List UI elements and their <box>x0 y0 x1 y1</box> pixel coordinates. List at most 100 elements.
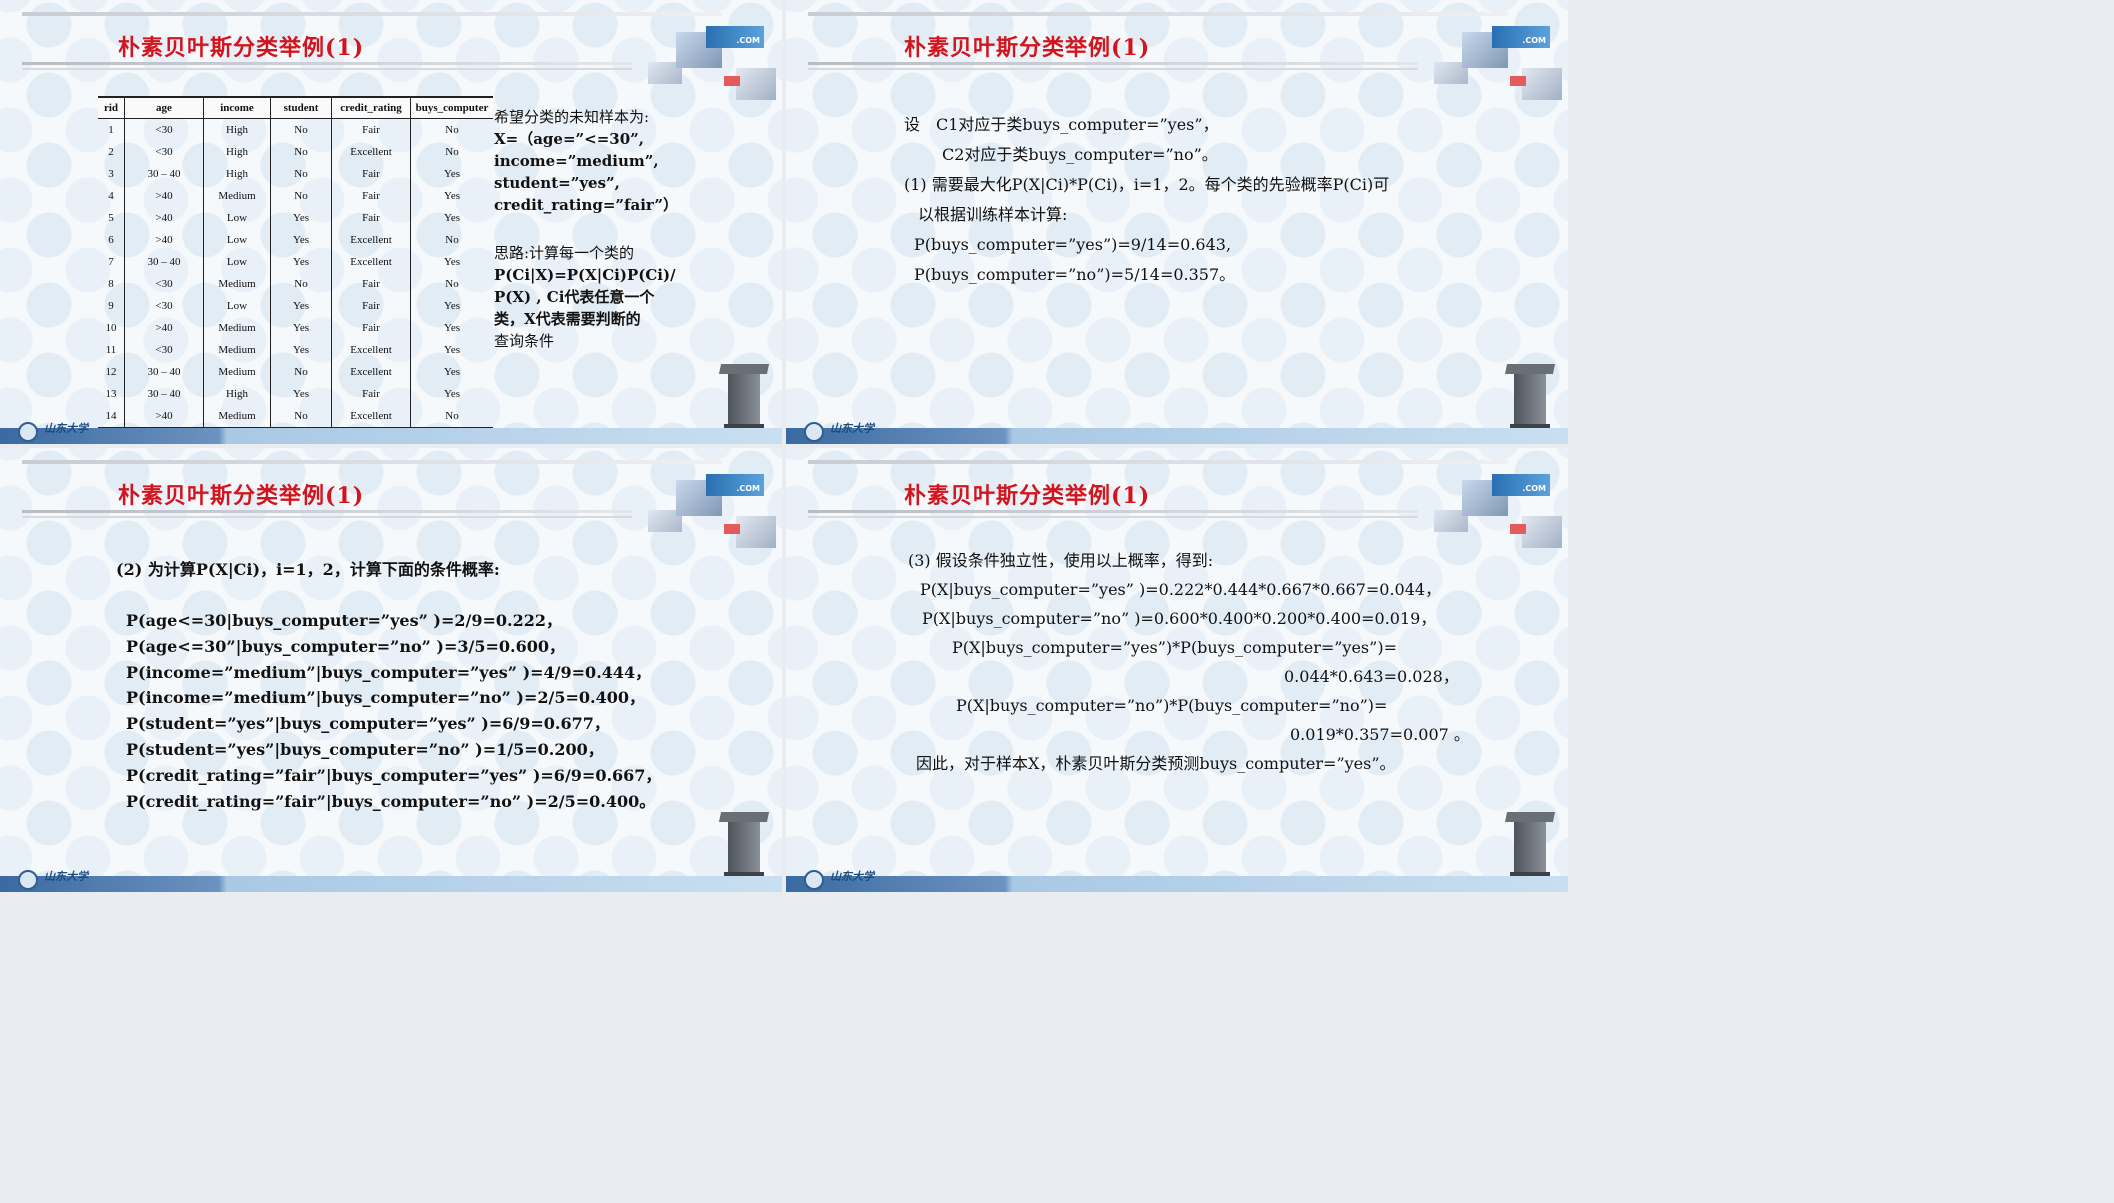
table-cell: 9 <box>98 295 125 317</box>
university-seal-logo <box>804 870 824 890</box>
table-cell: Yes <box>443 256 460 268</box>
table-row: 5 >40 Low Yes Fair Yes <box>98 207 493 229</box>
table-cell: 6 <box>98 229 125 251</box>
table-cell: >40 <box>124 185 204 207</box>
text-line: (3) 假设条件独立性，使用以上概率，得到: <box>908 551 1214 570</box>
text-line: P(buys_computer=”yes”)=9/14=0.643, <box>914 235 1232 254</box>
table-cell: Fair <box>331 317 411 339</box>
table-cell: No <box>445 146 459 158</box>
table-cell: >40 <box>124 229 204 251</box>
table-cell: Fair <box>331 118 411 141</box>
table-cell: High <box>203 383 271 405</box>
table-cell: Yes <box>270 317 332 339</box>
table-cell: Yes <box>443 168 460 180</box>
header-rule <box>808 460 1508 464</box>
table-cell: 11 <box>98 339 125 361</box>
table-header-row: rid age income student credit_rating buy… <box>98 96 493 119</box>
text-line: C2对应于类buys_computer=”no”。 <box>942 145 1218 164</box>
header-decoration: .COM <box>632 22 782 102</box>
table-cell: Fair <box>331 163 411 185</box>
text-line: P(buys_computer=”no”)=5/14=0.357。 <box>914 265 1236 284</box>
table-cell: Yes <box>270 295 332 317</box>
table-cell: Medium <box>203 273 271 295</box>
sample-description: 希望分类的未知样本为: X=（age=”<=30”, income=”mediu… <box>494 106 694 352</box>
table-cell: <30 <box>124 141 204 163</box>
table-cell: No <box>445 234 459 246</box>
text-line: P(X|buys_computer=”yes” )=0.222*0.444*0.… <box>920 580 1442 599</box>
table-cell: No <box>410 405 493 429</box>
university-seal-logo <box>18 870 38 890</box>
sample-line: income=”medium”, <box>494 152 659 170</box>
table-cell: 5 <box>98 207 125 229</box>
table-cell: No <box>270 141 332 163</box>
table-cell: Yes <box>270 251 332 273</box>
header-rule <box>22 62 632 65</box>
table-cell: 7 <box>98 251 125 273</box>
table-cell: 10 <box>98 317 125 339</box>
sample-line: X=（age=”<=30”, <box>494 130 645 148</box>
slide-title: 朴素贝叶斯分类举例(1) <box>904 483 1151 509</box>
header-rule <box>22 510 632 513</box>
table-cell: >40 <box>124 405 204 429</box>
table-cell: No <box>445 278 459 290</box>
sample-line: student=”yes”, <box>494 174 620 192</box>
idea-line: P(X) , Ci代表任意一个 <box>494 288 655 306</box>
table-cell: 3 <box>98 163 125 185</box>
header-rule <box>808 516 1418 518</box>
table-row: 12 30 – 40 Medium No Excellent Yes <box>98 361 493 383</box>
table-row: 6 >40 Low Yes Excellent No <box>98 229 493 251</box>
header-rule <box>22 68 632 70</box>
sample-line: credit_rating=”fair”） <box>494 196 678 214</box>
table-cell: 30 – 40 <box>124 361 204 383</box>
header-rule <box>808 12 1508 16</box>
table-row: 4 >40 Medium No Fair Yes <box>98 185 493 207</box>
table-cell: Excellent <box>331 251 411 273</box>
table-cell: High <box>203 118 271 141</box>
text-line: 以根据训练样本计算: <box>918 205 1068 224</box>
table-cell: No <box>270 273 332 295</box>
probability-line: P(age<=30|buys_computer=”yes” )=2/9=0.22… <box>126 611 562 630</box>
table-cell: >40 <box>124 207 204 229</box>
table-cell: 4 <box>98 185 125 207</box>
table-cell: Fair <box>331 185 411 207</box>
table-cell: Yes <box>443 322 460 334</box>
table-cell: Excellent <box>331 141 411 163</box>
header-rule <box>22 460 722 464</box>
conditional-heading: (2) 为计算P(X|Ci)，i=1，2，计算下面的条件概率: <box>116 560 500 579</box>
table-row: 8 <30 Medium No Fair No <box>98 273 493 295</box>
idea-line: P(Ci|X)=P(X|Ci)P(Ci)/ <box>494 266 676 284</box>
table-cell: Medium <box>203 361 271 383</box>
footer-bar <box>0 428 782 444</box>
com-badge: .COM <box>1492 26 1550 48</box>
table-cell: >40 <box>124 317 204 339</box>
slide-title: 朴素贝叶斯分类举例(1) <box>118 35 365 61</box>
table-row: 11 <30 Medium Yes Excellent Yes <box>98 339 493 361</box>
table-cell: Excellent <box>331 339 411 361</box>
footer-bar <box>786 876 1568 892</box>
header-decoration: .COM <box>1418 470 1568 550</box>
sample-intro: 希望分类的未知样本为: <box>494 108 650 126</box>
probability-line: P(student=”yes”|buys_computer=”yes” )=6/… <box>126 714 610 734</box>
column-header: age <box>124 96 204 119</box>
table-cell: <30 <box>124 118 204 141</box>
table-cell: No <box>270 405 332 429</box>
university-name-logo: 山东大学 <box>830 422 874 435</box>
footer-bar <box>0 876 782 892</box>
table-cell: Excellent <box>331 229 411 251</box>
table-cell: Low <box>203 229 271 251</box>
slide-2: 朴素贝叶斯分类举例(1) .COM 设 C1对应于类buys_computer=… <box>786 0 1568 444</box>
table-cell: <30 <box>124 273 204 295</box>
text-line: P(X|buys_computer=”no”)*P(buys_computer=… <box>956 696 1388 715</box>
table-row: 10 >40 Medium Yes Fair Yes <box>98 317 493 339</box>
text-line: 0.019*0.357=0.007 。 <box>1290 725 1470 744</box>
footer-bar <box>786 428 1568 444</box>
university-seal-logo <box>18 422 38 442</box>
probability-line: P(student=”yes”|buys_computer=”no” )=1/5… <box>126 739 604 759</box>
com-badge: .COM <box>706 474 764 496</box>
table-cell: Yes <box>443 190 460 202</box>
header-rule <box>808 68 1418 70</box>
probability-line: P(credit_rating=”fair”|buys_computer=”ye… <box>126 765 662 785</box>
table-cell: Yes <box>443 300 460 312</box>
podium-image <box>718 812 770 878</box>
table-cell: No <box>270 185 332 207</box>
